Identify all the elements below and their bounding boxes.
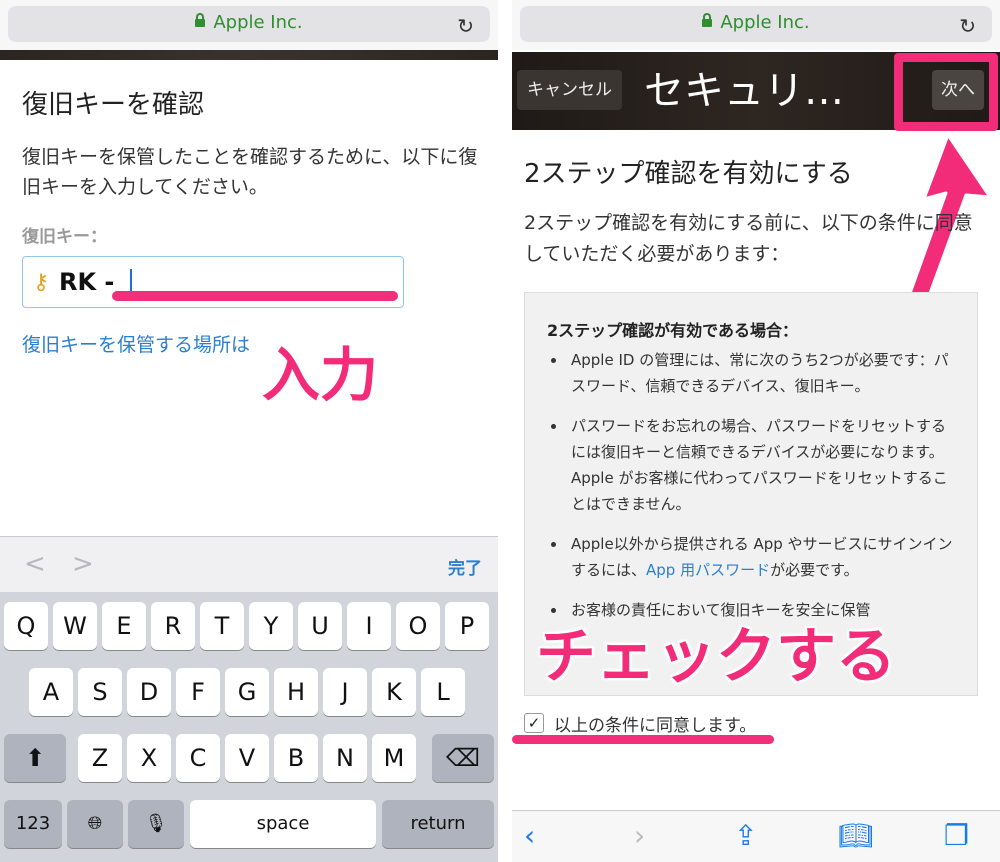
reload-icon[interactable]: ↻ [959, 14, 976, 38]
chevron-right-icon[interactable]: > [72, 549, 94, 579]
chevron-left-icon[interactable]: < [24, 549, 46, 579]
reload-icon[interactable]: ↻ [457, 14, 474, 38]
check-annotation: チェックする [536, 622, 896, 692]
bookmarks-icon[interactable]: 📖︎ [838, 819, 874, 852]
right-panel: Apple Inc. ↻ キャンセル セキュリ… 次へ 2ステップ確認を有効にす… [512, 0, 1000, 862]
list-item: パスワードをお忘れの場合、パスワードをリセットするには復旧キーと信頼できるデバイ… [547, 413, 957, 517]
done-button[interactable]: 完了 [448, 554, 482, 579]
agree-checkbox[interactable]: ✓ [524, 713, 544, 733]
url-text: Apple Inc. [720, 12, 810, 33]
page-description: 復旧キーを保管したことを確認するために、以下に復旧キーを入力してください。 [22, 146, 478, 198]
recovery-key-label: 復旧キー： [22, 227, 107, 247]
where-to-store-key-link[interactable]: 復旧キーを保管する場所は [22, 330, 250, 357]
agree-label[interactable]: 以上の条件に同意します。 [554, 711, 756, 736]
key-s[interactable]: S [78, 668, 122, 716]
microphone-icon[interactable]: 🎙︎ [128, 800, 184, 848]
key-m[interactable]: M [372, 734, 416, 782]
page-header-strip [0, 50, 498, 60]
key-f[interactable]: F [176, 668, 220, 716]
key-icon: ⚷ [33, 270, 50, 295]
cancel-button[interactable]: キャンセル [517, 70, 622, 110]
recovery-key-value: RK - [59, 268, 115, 296]
key-c[interactable]: C [176, 734, 220, 782]
key-l[interactable]: L [421, 668, 465, 716]
browser-toolbar: ‹ › ⇪ 📖︎ ❐ [512, 810, 1000, 862]
page-title: 復旧キーを確認 [22, 90, 205, 120]
panel-divider [498, 0, 512, 862]
tabs-icon[interactable]: ❐ [944, 819, 969, 852]
forward-icon[interactable]: › [634, 819, 645, 852]
section-title: 2ステップ確認を有効にする [524, 159, 853, 189]
key-p[interactable]: P [445, 602, 489, 650]
key-z[interactable]: Z [78, 734, 122, 782]
keyboard: Q W E R T Y U I O P A S D F G H J K L ⬆ … [0, 592, 498, 862]
terms-list: Apple ID の管理には、常に次のうち2つが必要です：パスワード、信頼できる… [547, 347, 957, 637]
key-j[interactable]: J [323, 668, 367, 716]
annotation-underline [112, 291, 398, 301]
share-icon[interactable]: ⇪ [734, 819, 757, 852]
key-a[interactable]: A [29, 668, 73, 716]
address-bar[interactable]: Apple Inc. ↻ [0, 0, 498, 50]
key-k[interactable]: K [372, 668, 416, 716]
list-item-text: が必要です。 [770, 561, 859, 579]
next-highlight-box [894, 53, 998, 131]
section-description: 2ステップ確認を有効にする前に、以下の条件に同意していただく必要があります： [524, 212, 973, 265]
key-u[interactable]: U [298, 602, 342, 650]
key-t[interactable]: T [200, 602, 244, 650]
list-item: Apple ID の管理には、常に次のうち2つが必要です：パスワード、信頼できる… [547, 347, 957, 399]
key-n[interactable]: N [323, 734, 367, 782]
address-bar[interactable]: Apple Inc. ↻ [512, 0, 1000, 50]
key-q[interactable]: Q [4, 602, 48, 650]
annotation-underline [512, 735, 774, 744]
terms-box-title: 2ステップ確認が有効である場合： [547, 321, 798, 340]
url-text: Apple Inc. [213, 12, 303, 33]
keyboard-accessory-bar: < > 完了 [0, 536, 498, 592]
list-item: Apple以外から提供される App やサービスにサインインするには、App 用… [547, 531, 957, 583]
backspace-key[interactable]: ⌫ [432, 734, 494, 782]
shift-key[interactable]: ⬆ [4, 734, 66, 782]
space-key[interactable]: space [190, 800, 376, 848]
input-annotation: 入力 [262, 341, 379, 409]
key-w[interactable]: W [53, 602, 97, 650]
key-i[interactable]: I [347, 602, 391, 650]
return-key[interactable]: return [382, 800, 494, 848]
lock-icon [195, 13, 206, 27]
key-r[interactable]: R [151, 602, 195, 650]
dialog-title: セキュリ… [644, 68, 844, 114]
back-icon[interactable]: ‹ [524, 819, 535, 852]
key-v[interactable]: V [225, 734, 269, 782]
numbers-key[interactable]: 123 [4, 800, 62, 848]
key-y[interactable]: Y [249, 602, 293, 650]
url-field[interactable]: Apple Inc. ↻ [520, 6, 992, 42]
key-o[interactable]: O [396, 602, 440, 650]
url-field[interactable]: Apple Inc. ↻ [8, 6, 490, 42]
key-b[interactable]: B [274, 734, 318, 782]
globe-icon[interactable]: 🌐︎ [67, 800, 123, 848]
left-panel: Apple Inc. ↻ 復旧キーを確認 復旧キーを保管したことを確認するために… [0, 0, 498, 862]
key-g[interactable]: G [225, 668, 269, 716]
key-x[interactable]: X [127, 734, 171, 782]
lock-icon [702, 13, 713, 27]
key-h[interactable]: H [274, 668, 318, 716]
key-e[interactable]: E [102, 602, 146, 650]
app-password-link[interactable]: App 用パスワード [646, 561, 770, 579]
key-d[interactable]: D [127, 668, 171, 716]
